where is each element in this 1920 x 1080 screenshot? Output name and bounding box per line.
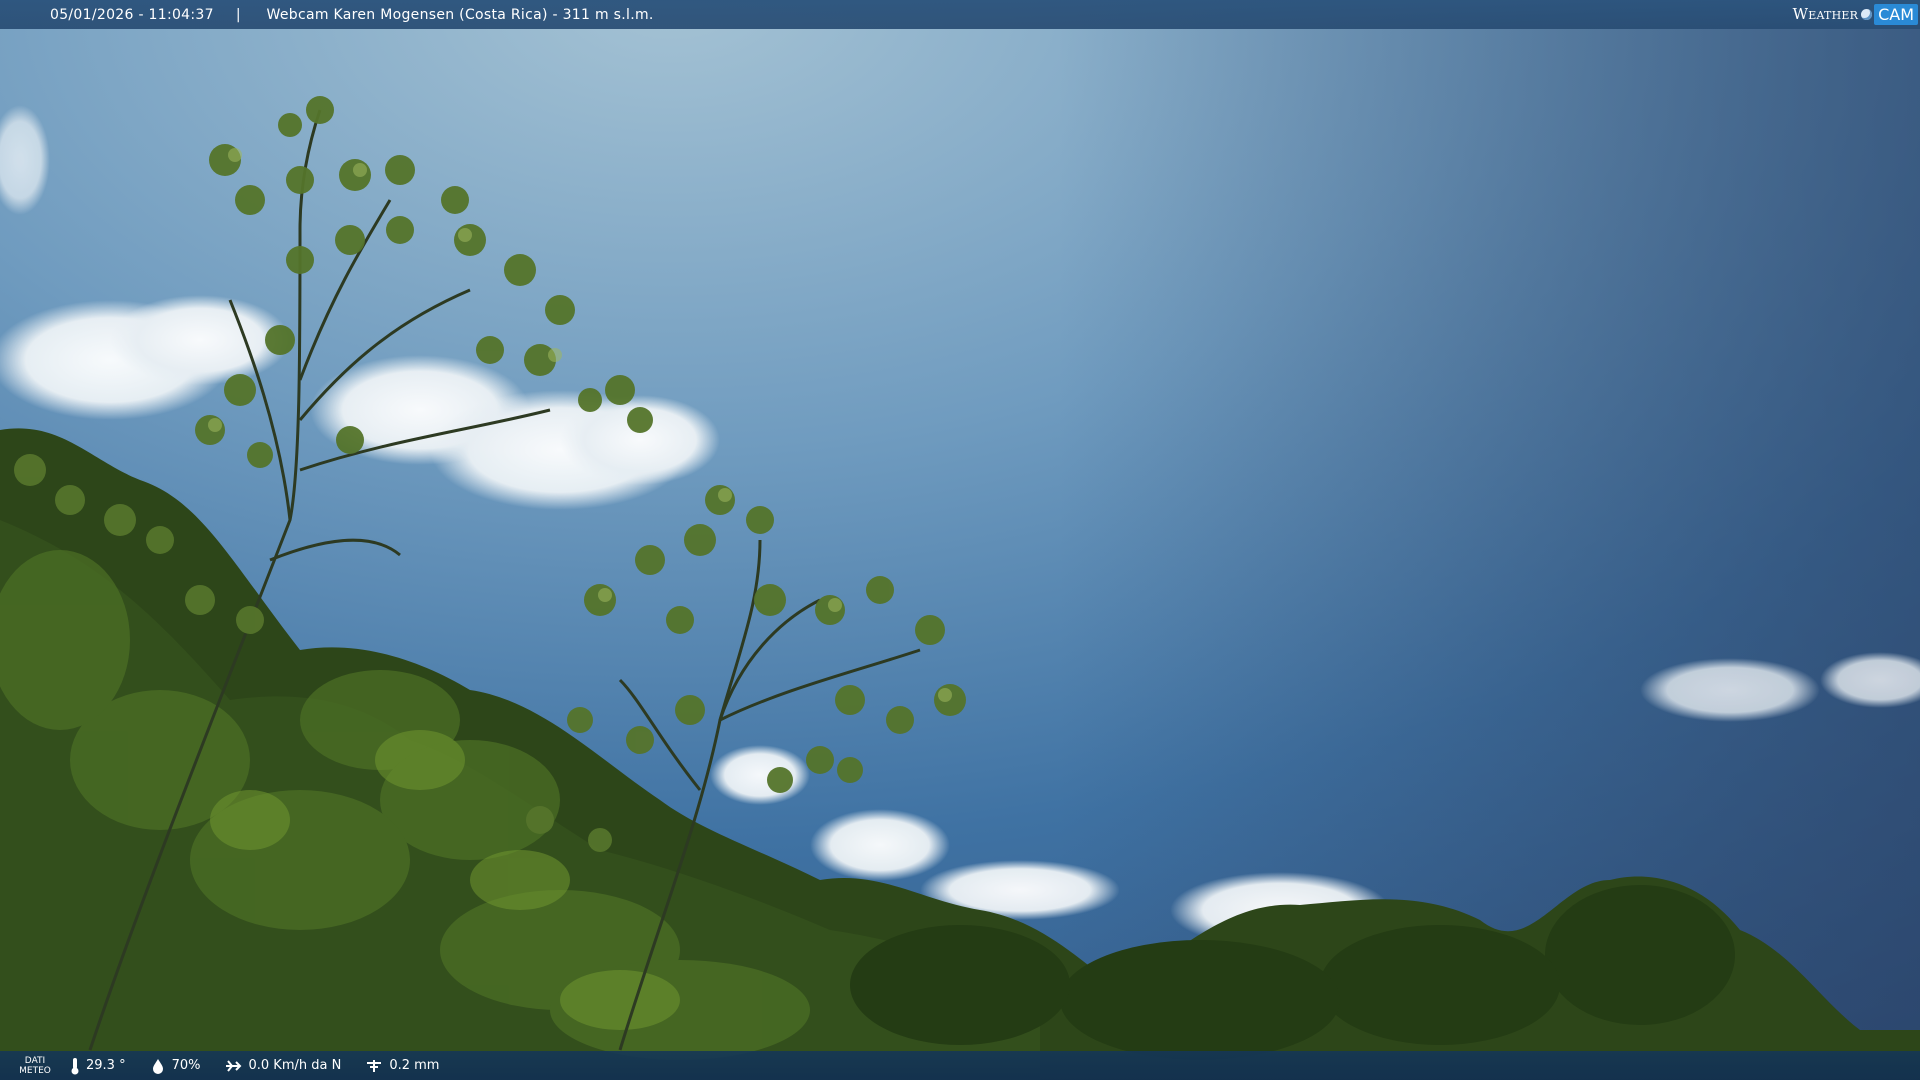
weathercam-logo[interactable]: Weather CAM — [1793, 2, 1918, 26]
weather-data-bar: DATI METEO 29.3 ° 70% 0.0 Km/h da N 0.2 … — [0, 1051, 1920, 1080]
webcam-title: Webcam Karen Mogensen (Costa Rica) - 311… — [266, 6, 654, 23]
rain-readout: 0.2 mm — [365, 1058, 439, 1074]
rain-gauge-icon — [367, 1059, 382, 1072]
wind-icon — [226, 1059, 242, 1072]
temperature-value: 29.3 ° — [86, 1058, 126, 1073]
humidity-readout: 70% — [150, 1058, 201, 1074]
weather-data-label-line1: DATI — [24, 1055, 46, 1066]
logo-weather-text: Weather — [1792, 5, 1859, 23]
humidity-value: 70% — [171, 1058, 201, 1073]
wind-value: 0.0 Km/h da N — [248, 1058, 342, 1073]
rain-value: 0.2 mm — [389, 1058, 440, 1073]
logo-cam-text: CAM — [1874, 3, 1918, 25]
thermometer-icon — [71, 1057, 79, 1074]
webcam-photo — [0, 0, 1920, 1080]
header-separator: | — [235, 6, 241, 23]
wind-readout: 0.0 Km/h da N — [224, 1058, 341, 1074]
globe-icon — [1861, 8, 1873, 20]
humidity-drop-icon — [152, 1058, 163, 1074]
weather-data-label: DATI METEO — [0, 1056, 70, 1076]
weather-data-label-line2: METEO — [19, 1065, 51, 1076]
temperature-readout: 29.3 ° — [70, 1057, 126, 1075]
timestamp: 05/01/2026 - 11:04:37 — [50, 6, 214, 23]
header-bar: 05/01/2026 - 11:04:37 | Webcam Karen Mog… — [0, 0, 1920, 29]
